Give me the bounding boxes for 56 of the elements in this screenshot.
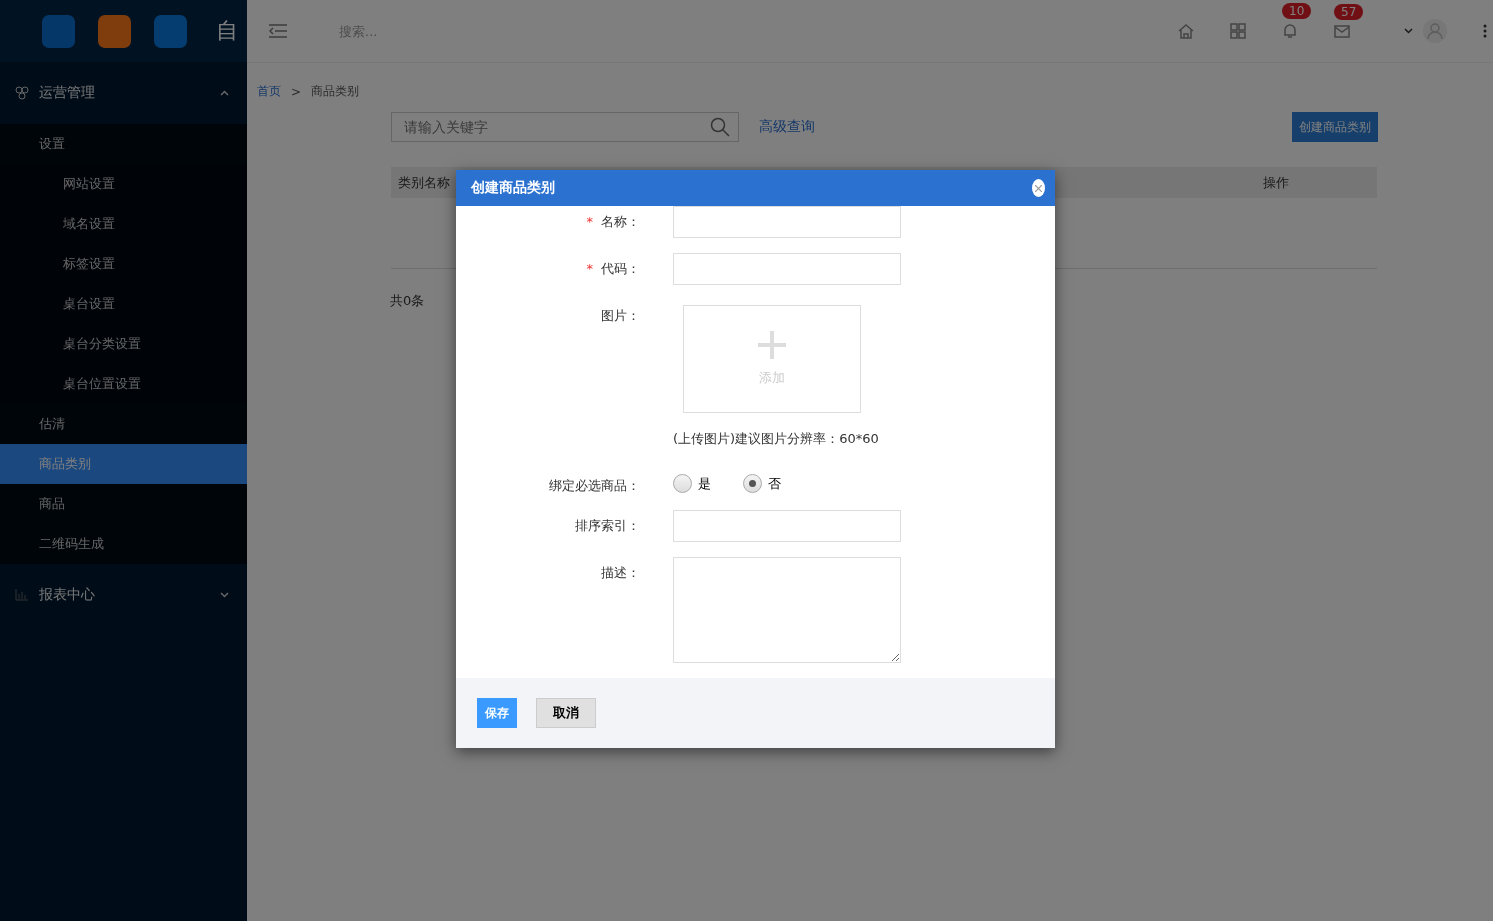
dialog-title: 创建商品类别	[471, 179, 556, 197]
field-label: 描述：	[600, 564, 640, 582]
plus-icon	[758, 331, 786, 359]
field-label: 绑定必选商品：	[548, 477, 640, 495]
total-count: 共0条	[390, 292, 426, 310]
close-icon	[1035, 184, 1042, 192]
sidebar-item[interactable]: 域名设置	[0, 204, 247, 244]
bell-icon[interactable]	[1282, 23, 1298, 39]
search-icon[interactable]	[710, 117, 730, 137]
chevron-down-icon[interactable]	[1404, 28, 1413, 34]
sidebar-item[interactable]: 桌台设置	[0, 284, 247, 324]
menu-icon[interactable]	[269, 24, 287, 38]
field-label: 排序索引：	[574, 517, 640, 535]
field-label: * 名称：	[585, 213, 640, 231]
cancel-button[interactable]: 取消	[536, 698, 596, 728]
column-header: 操作	[1263, 173, 1290, 192]
description-textarea[interactable]	[673, 557, 901, 663]
more-icon[interactable]	[1483, 24, 1487, 38]
search-box[interactable]: 请输入关键字	[391, 112, 739, 142]
input-field[interactable]	[673, 206, 901, 238]
advanced-search-link[interactable]: 高级查询	[759, 118, 815, 136]
input-field[interactable]	[673, 510, 901, 542]
nodes-icon	[15, 86, 29, 100]
field-label: 图片：	[600, 307, 640, 325]
sidebar-item[interactable]: 商品类别	[0, 444, 247, 484]
sidebar-item[interactable]: 商品	[0, 484, 247, 524]
app-icon[interactable]	[42, 14, 75, 48]
create-category-button[interactable]: 创建商品类别	[1292, 112, 1378, 142]
sidebar-item[interactable]: 设置	[0, 124, 247, 164]
mail-icon[interactable]	[1334, 24, 1350, 38]
chevron-up-icon	[220, 90, 229, 96]
breadcrumb-current: 商品类别	[311, 83, 360, 100]
message-badge: 57	[1334, 4, 1364, 20]
upload-hint: (上传图片)建议图片分辨率：60*60	[673, 430, 879, 448]
logo-text: 自	[216, 17, 238, 45]
home-icon[interactable]	[1178, 23, 1194, 39]
column-header: 类别名称	[397, 173, 450, 192]
breadcrumb-link[interactable]: 首页	[257, 83, 281, 100]
close-button[interactable]	[1032, 179, 1045, 197]
save-button[interactable]: 保存	[477, 698, 517, 728]
sidebar-item[interactable]: 网站设置	[0, 164, 247, 204]
breadcrumb-separator: >	[291, 84, 302, 99]
app-icon[interactable]	[154, 14, 187, 48]
sidebar-item[interactable]: 估清	[0, 404, 247, 444]
sidebar-item[interactable]: 标签设置	[0, 244, 247, 284]
app-icon[interactable]	[98, 14, 131, 48]
keyword-search-field[interactable]: 请输入关键字	[402, 118, 710, 136]
sidebar-item[interactable]: 桌台分类设置	[0, 324, 247, 364]
notification-badge: 10	[1282, 3, 1312, 19]
sidebar-item[interactable]: 桌台位置设置	[0, 364, 247, 404]
grid-icon[interactable]	[1230, 23, 1246, 39]
sidebar-item[interactable]: 二维码生成	[0, 524, 247, 564]
field-label: * 代码：	[585, 260, 640, 278]
input-field[interactable]	[673, 253, 901, 285]
chevron-down-icon	[220, 592, 229, 598]
bar-chart-icon	[15, 589, 29, 601]
